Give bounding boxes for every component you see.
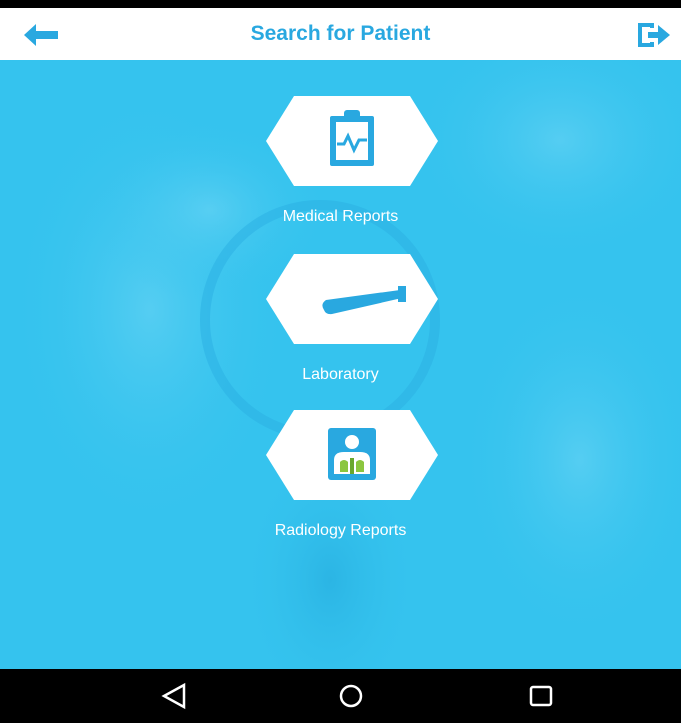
nav-recents-button[interactable] <box>525 681 557 711</box>
test-tube-icon <box>322 286 406 315</box>
medical-reports-tile[interactable]: Medical Reports <box>0 82 681 242</box>
square-recents-icon <box>529 685 553 707</box>
app-bar: Search for Patient <box>0 8 681 60</box>
xray-chest-icon <box>328 428 376 480</box>
circle-home-icon <box>339 684 363 708</box>
nav-home-button[interactable] <box>335 681 367 711</box>
laboratory-tile[interactable]: Laboratory <box>0 240 681 400</box>
status-bar <box>0 0 681 8</box>
triangle-back-icon <box>161 682 186 710</box>
logout-button[interactable] <box>636 21 672 49</box>
radiology-reports-tile[interactable]: Radiology Reports <box>0 396 681 556</box>
nav-back-button[interactable] <box>158 681 190 711</box>
logout-icon <box>638 23 670 47</box>
radiology-reports-label: Radiology Reports <box>274 522 407 539</box>
menu-area: Medical Reports Laboratory Radiology Rep… <box>0 60 681 669</box>
clipboard-chart-icon <box>330 110 374 166</box>
patient-search-screen: Search for Patient Medical Reports Labor… <box>0 0 681 723</box>
page-title: Search for Patient <box>250 22 431 45</box>
laboratory-label: Laboratory <box>302 366 379 383</box>
medical-reports-label: Medical Reports <box>282 208 399 225</box>
android-navigation-bar <box>0 669 681 723</box>
